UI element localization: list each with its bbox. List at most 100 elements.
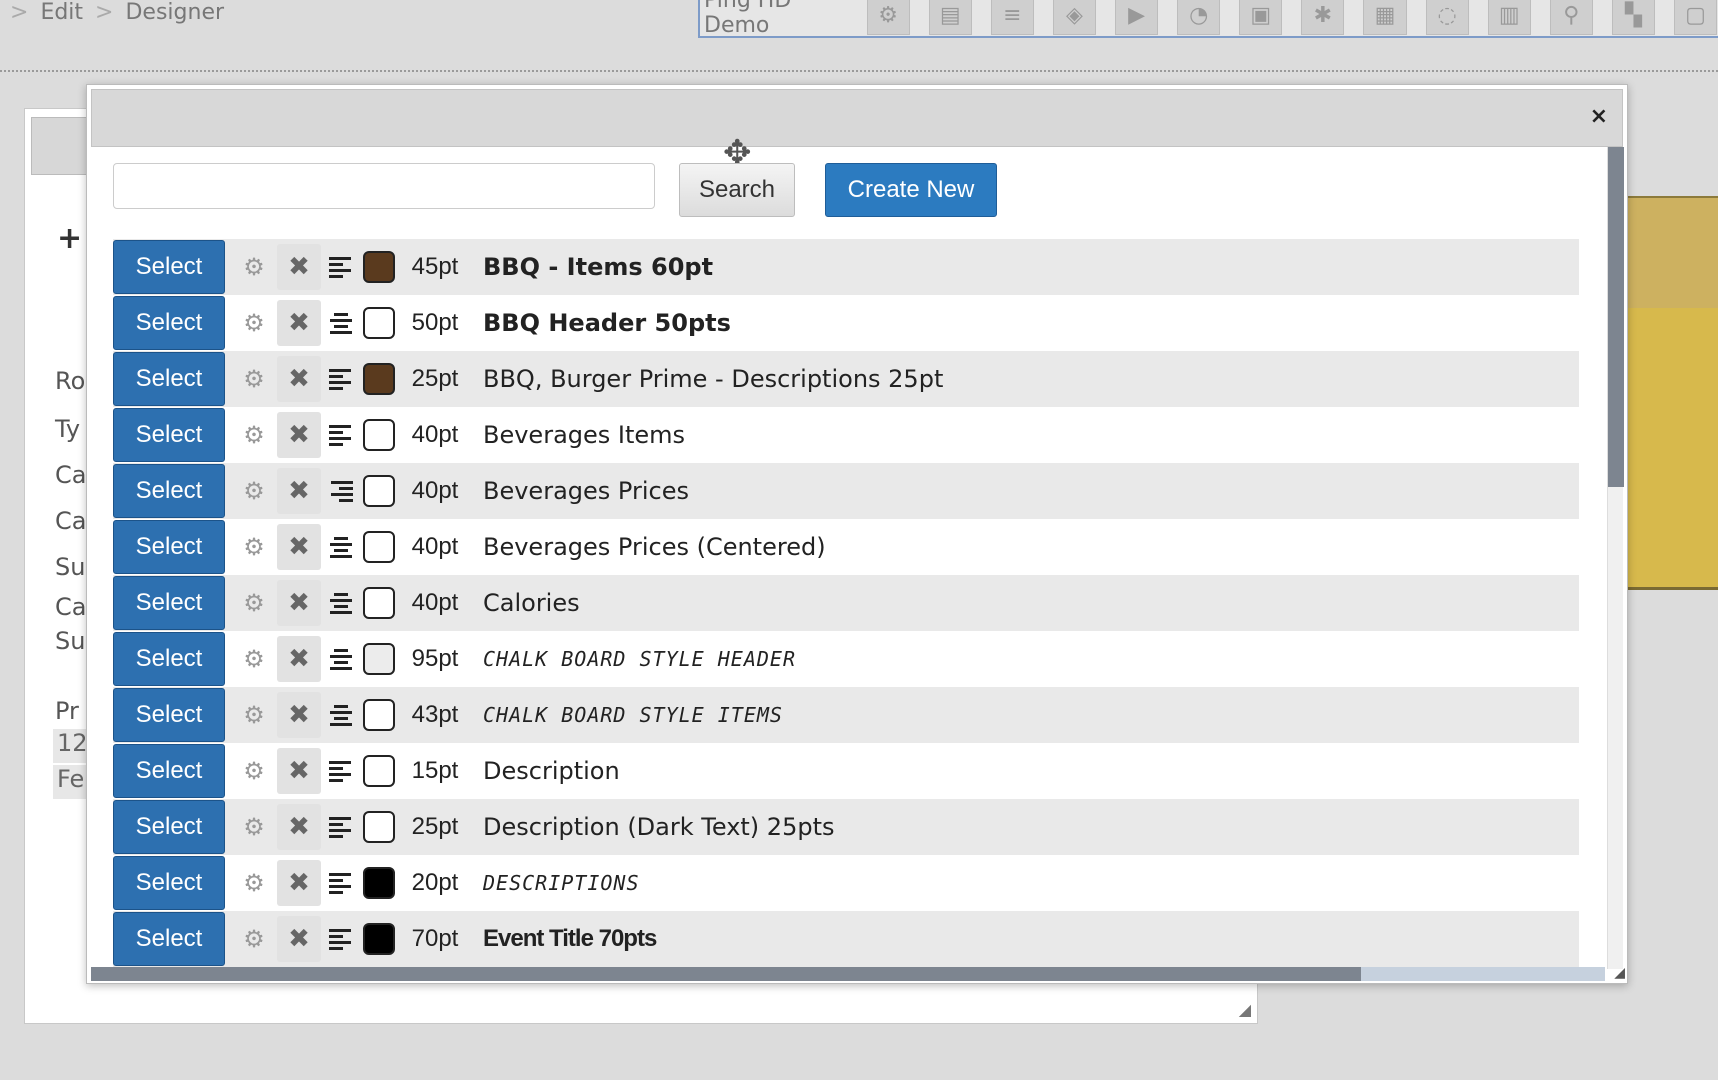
select-button[interactable]: Select [113,800,225,854]
gear-icon[interactable]: ⚙ [231,309,277,337]
align-left-icon [321,424,361,446]
frame-icon[interactable]: ▣ [1239,0,1283,35]
delete-icon[interactable]: ✖ [277,244,321,290]
font-size: 40pt [411,477,459,504]
select-button[interactable]: Select [113,464,225,518]
delete-icon[interactable]: ✖ [277,356,321,402]
window-icon[interactable]: ▢ [1674,0,1718,35]
create-new-button[interactable]: Create New [825,163,997,217]
delete-icon[interactable]: ✖ [277,916,321,962]
resize-grip-icon[interactable]: ◢ [1239,1000,1251,1019]
select-button[interactable]: Select [113,688,225,742]
breadcrumb: > Edit > Designer [10,0,224,25]
delete-icon[interactable]: ✖ [277,412,321,458]
comments-icon[interactable]: ◌ [1425,0,1469,35]
select-button[interactable]: Select [113,240,225,294]
select-button[interactable]: Select [113,912,225,966]
delete-icon[interactable]: ✖ [277,692,321,738]
dialog-titlebar[interactable]: × [91,89,1623,147]
gear-icon[interactable]: ⚙ [231,925,277,953]
color-swatch [363,307,395,339]
gear-icon[interactable]: ⚙ [231,645,277,673]
newspaper-icon[interactable]: ▥ [1487,0,1531,35]
breadcrumb-item-designer[interactable]: Designer [125,0,224,25]
color-swatch [363,363,395,395]
bg-label: Ca [55,461,87,489]
align-center-icon [321,704,361,726]
gear-icon[interactable]: ⚙ [231,253,277,281]
font-style-dialog: × ✥ Search Create New Select ⚙ ✖ 45pt BBQ - … [86,84,1628,984]
book-icon[interactable]: ▤ [928,0,972,35]
gear-icon[interactable]: ⚙ [231,589,277,617]
bug-icon[interactable]: ✱ [1301,0,1345,35]
breadcrumb-item-edit[interactable]: Edit [40,0,83,25]
align-left-icon [321,816,361,838]
font-row: Select ⚙ ✖ 95pt CHALK BOARD STYLE HEADER [113,631,1579,687]
font-name: BBQ, Burger Prime - Descriptions 25pt [483,365,944,393]
app-name[interactable]: Ping HD Demo [700,0,867,42]
delete-icon[interactable]: ✖ [277,860,321,906]
font-name: Beverages Prices (Centered) [483,533,826,561]
search-input[interactable] [113,163,655,209]
select-button[interactable]: Select [113,296,225,350]
font-name: Description [483,757,620,785]
font-name: BBQ - Items 60pt [483,253,714,281]
delete-icon[interactable]: ✖ [277,580,321,626]
color-swatch [363,643,395,675]
delete-icon[interactable]: ✖ [277,524,321,570]
gear-icon[interactable]: ⚙ [231,477,277,505]
delete-icon[interactable]: ✖ [277,748,321,794]
select-button[interactable]: Select [113,520,225,574]
delete-icon[interactable]: ✖ [277,636,321,682]
vertical-scroll-thumb[interactable] [1608,147,1624,487]
close-icon[interactable]: × [1590,104,1608,129]
gear-icon[interactable]: ⚙ [231,365,277,393]
select-button[interactable]: Select [113,408,225,462]
layers-icon[interactable]: ◈ [1052,0,1097,35]
calendar-icon[interactable]: ▦ [1363,0,1407,35]
gear-icon[interactable]: ⚙ [231,533,277,561]
font-name: Calories [483,589,580,617]
color-swatch [363,867,395,899]
gear-icon[interactable]: ⚙ [231,421,277,449]
delete-icon[interactable]: ✖ [277,804,321,850]
top-bar: > Edit > Designer Ping HD Demo ⚙ ▤ ≡ ◈ ▶… [0,0,1718,72]
select-button[interactable]: Select [113,632,225,686]
delete-icon[interactable]: ✖ [277,468,321,514]
font-size: 40pt [411,533,459,560]
horizontal-scroll-thumb[interactable] [91,967,1361,981]
plus-icon[interactable]: + [57,221,82,256]
bg-label: Ty [55,415,81,443]
gear-icon[interactable]: ⚙ [231,813,277,841]
select-button[interactable]: Select [113,352,225,406]
bg-label: Ca [55,507,87,535]
app-toolbar: Ping HD Demo ⚙ ▤ ≡ ◈ ▶ ◔ ▣ ✱ ▦ ◌ ▥ ⚲ ▚ ▢ [698,0,1718,38]
color-swatch [363,475,395,507]
align-right-icon [321,480,361,502]
play-icon[interactable]: ▶ [1115,0,1159,35]
gear-icon[interactable]: ⚙ [231,757,277,785]
gear-icon[interactable]: ⚙ [866,0,910,35]
grid-icon[interactable]: ▚ [1611,0,1655,35]
gear-icon[interactable]: ⚙ [231,701,277,729]
database-icon[interactable]: ≡ [990,0,1034,35]
gear-icon[interactable]: ⚙ [231,869,277,897]
vertical-scrollbar[interactable] [1607,147,1624,969]
select-button[interactable]: Select [113,856,225,910]
color-swatch [363,531,395,563]
select-button[interactable]: Select [113,576,225,630]
color-swatch [363,755,395,787]
font-row: Select ⚙ ✖ 40pt Beverages Prices [113,463,1579,519]
font-row: Select ⚙ ✖ 43pt CHALK BOARD STYLE ITEMS [113,687,1579,743]
horizontal-scrollbar[interactable] [91,967,1605,981]
font-size: 15pt [411,757,459,784]
font-name: Beverages Prices [483,477,689,505]
align-left-icon [321,760,361,782]
select-button[interactable]: Select [113,744,225,798]
search-button[interactable]: Search [679,163,795,217]
delete-icon[interactable]: ✖ [277,300,321,346]
resize-grip-icon[interactable]: ◢ [1614,965,1625,981]
map-marker-icon[interactable]: ⚲ [1549,0,1593,35]
dashboard-icon[interactable]: ◔ [1177,0,1221,35]
font-row: Select ⚙ ✖ 70pt Event Title 70pts [113,911,1579,967]
